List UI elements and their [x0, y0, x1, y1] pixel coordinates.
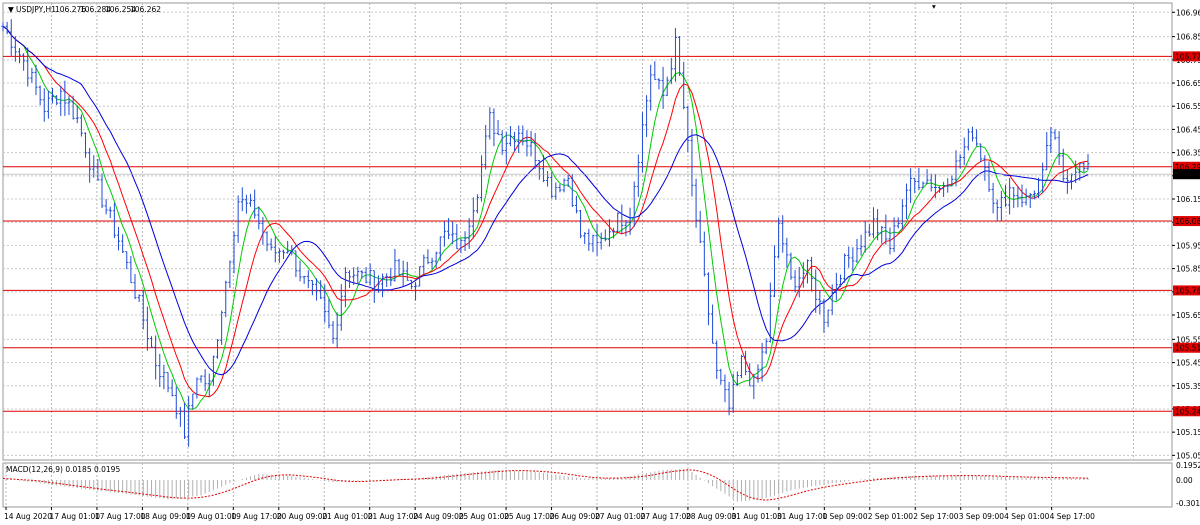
x-tick-label: 28 Aug 09:00 — [686, 512, 737, 521]
y-tick-label: 106.155 — [1176, 195, 1200, 204]
symbol-label: USDJPY,H1 — [16, 5, 56, 14]
x-tick-label: 27 Aug 17:00 — [640, 512, 691, 521]
y-tick-label: 105.955 — [1176, 241, 1200, 250]
price-chart[interactable]: 106.960106.855106.755106.655106.555106.4… — [0, 0, 1200, 525]
x-tick-label: 14 Aug 2020 — [4, 512, 52, 521]
y-tick-label: 106.960 — [1176, 8, 1200, 17]
y-axis-ticks: 106.960106.855106.755106.655106.555106.4… — [1172, 8, 1200, 508]
x-tick-label: 21 Aug 17:00 — [368, 512, 419, 521]
y-tick-label: 105.150 — [1176, 428, 1200, 437]
y-tick-label: 105.655 — [1176, 311, 1200, 320]
macd-tick-label: 0.00 — [1176, 476, 1193, 485]
macd-tick-label: 0.1952 — [1176, 461, 1200, 470]
x-tick-label: 4 Sep 17:00 — [1050, 512, 1096, 521]
x-axis-labels: 14 Aug 202017 Aug 01:0017 Aug 17:0018 Au… — [4, 507, 1095, 521]
x-tick-label: 2 Sep 17:00 — [913, 512, 959, 521]
x-tick-label: 2 Sep 01:00 — [868, 512, 914, 521]
y-tick-label: 106.355 — [1176, 149, 1200, 158]
macd-label: MACD(12,26,9) 0.0185 0.0195 — [6, 465, 120, 474]
y-tick-label: 106.855 — [1176, 33, 1200, 42]
macd-frame — [2, 462, 1173, 508]
level-tag-label: 106.770 — [1175, 52, 1200, 61]
chart-shift-icon[interactable]: ▾ — [932, 2, 936, 11]
y-tick-label: 106.655 — [1176, 79, 1200, 88]
x-tick-label: 26 Aug 09:00 — [550, 512, 601, 521]
x-tick-label: 25 Aug 17:00 — [504, 512, 555, 521]
current-price-label: 106.262 — [1175, 170, 1200, 179]
ohlc-close: 106.262 — [130, 5, 161, 14]
x-tick-label: 21 Aug 01:00 — [322, 512, 373, 521]
x-tick-label: 4 Sep 01:00 — [1004, 512, 1050, 521]
x-tick-label: 31 Aug 17:00 — [777, 512, 828, 521]
x-tick-label: 3 Sep 09:00 — [959, 512, 1005, 521]
x-tick-label: 27 Aug 01:00 — [595, 512, 646, 521]
y-tick-label: 105.855 — [1176, 265, 1200, 274]
level-tag-label: 105.240 — [1175, 407, 1200, 416]
macd-tick-label: -0.3014 — [1176, 499, 1200, 508]
level-tag-label: 105.761 — [1175, 286, 1200, 295]
y-tick-label: 105.350 — [1176, 382, 1200, 391]
x-tick-label: 24 Aug 09:00 — [413, 512, 464, 521]
collapse-arrow-icon[interactable]: ▼ — [8, 5, 14, 14]
main-chart-frame — [2, 2, 1173, 461]
y-tick-label: 105.450 — [1176, 359, 1200, 368]
y-tick-label: 105.050 — [1176, 451, 1200, 460]
x-tick-label: 20 Aug 09:00 — [277, 512, 328, 521]
level-tag-label: 105.514 — [1175, 344, 1200, 353]
x-tick-label: 19 Aug 01:00 — [186, 512, 237, 521]
y-tick-label: 106.555 — [1176, 102, 1200, 111]
x-tick-label: 1 Sep 09:00 — [822, 512, 868, 521]
level-tag-label: 106.060 — [1175, 217, 1200, 226]
x-tick-label: 18 Aug 09:00 — [140, 512, 191, 521]
x-tick-label: 17 Aug 17:00 — [95, 512, 146, 521]
x-tick-label: 19 Aug 17:00 — [231, 512, 282, 521]
x-tick-label: 31 Aug 01:00 — [731, 512, 782, 521]
y-tick-label: 106.455 — [1176, 125, 1200, 134]
x-tick-label: 17 Aug 01:00 — [49, 512, 100, 521]
x-tick-label: 25 Aug 01:00 — [459, 512, 510, 521]
